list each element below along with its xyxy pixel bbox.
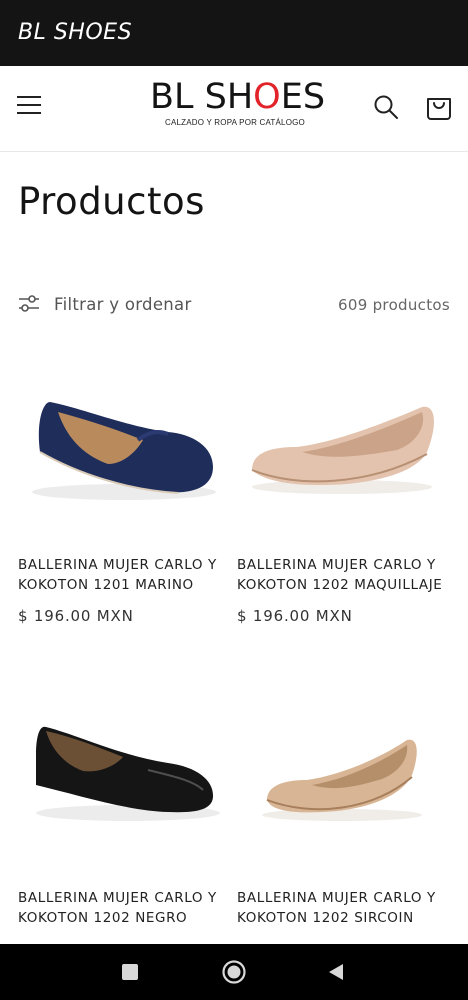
back-button[interactable]: [306, 944, 366, 1000]
product-count: 609 productos: [338, 296, 450, 314]
product-card[interactable]: BALLERINA MUJER CARLO Y KOKOTON 1202 NEG…: [18, 685, 230, 928]
product-card[interactable]: BALLERINA MUJER CARLO Y KOKOTON 1201 MAR…: [18, 352, 230, 625]
product-price: $ 196.00 MXN: [237, 607, 353, 625]
product-image[interactable]: [18, 685, 230, 885]
product-price: $ 196.00 MXN: [18, 607, 134, 625]
app-title: BL SHOES: [18, 20, 133, 45]
cart-icon[interactable]: [425, 91, 453, 121]
product-name[interactable]: BALLERINA MUJER CARLO Y KOKOTON 1202 MAQ…: [237, 556, 449, 595]
store-header: BL SHOES CALZADO Y ROPA POR CATÁLOGO: [0, 66, 468, 152]
logo-wordmark: BL SHOES: [150, 77, 326, 117]
filter-icon: [19, 295, 39, 312]
product-image[interactable]: [237, 685, 449, 885]
filter-sort-button[interactable]: Filtrar y ordenar: [18, 294, 192, 314]
menu-icon[interactable]: [17, 95, 41, 115]
search-icon[interactable]: [372, 93, 400, 121]
recent-apps-button[interactable]: [100, 944, 160, 1000]
back-icon: [329, 964, 343, 980]
product-image[interactable]: [18, 352, 230, 552]
store-logo[interactable]: BL SHOES CALZADO Y ROPA POR CATÁLOGO: [150, 77, 326, 138]
app-title-bar: BL SHOES: [0, 0, 468, 66]
product-card[interactable]: BALLERINA MUJER CARLO Y KOKOTON 1202 SIR…: [237, 685, 449, 928]
logo-tagline: CALZADO Y ROPA POR CATÁLOGO: [165, 118, 305, 127]
home-icon: [222, 960, 246, 984]
product-name[interactable]: BALLERINA MUJER CARLO Y KOKOTON 1201 MAR…: [18, 556, 230, 595]
recent-apps-icon: [122, 964, 138, 980]
product-card[interactable]: BALLERINA MUJER CARLO Y KOKOTON 1202 MAQ…: [237, 352, 449, 625]
home-button[interactable]: [204, 944, 264, 1000]
filter-sort-label: Filtrar y ordenar: [54, 294, 192, 314]
system-nav-bar: [0, 944, 468, 1000]
product-name[interactable]: BALLERINA MUJER CARLO Y KOKOTON 1202 SIR…: [237, 889, 449, 928]
product-image[interactable]: [237, 352, 449, 552]
product-name[interactable]: BALLERINA MUJER CARLO Y KOKOTON 1202 NEG…: [18, 889, 230, 928]
page-title: Productos: [18, 180, 205, 223]
